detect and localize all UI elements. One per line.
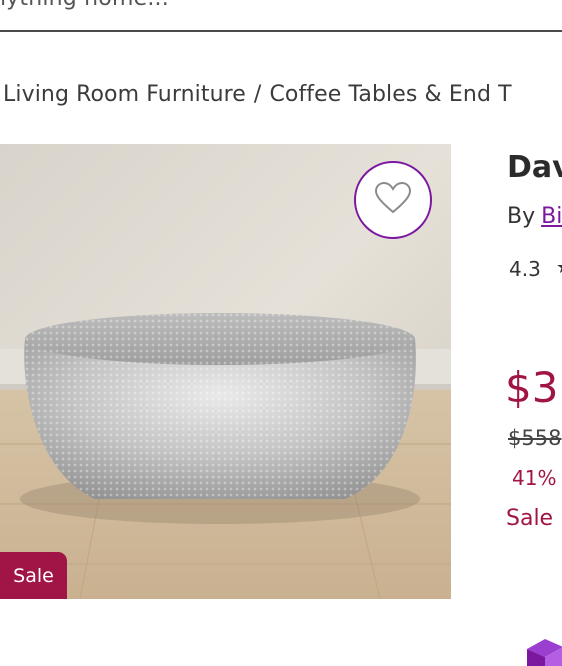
breadcrumb-item-living-room-furniture[interactable]: Living Room Furniture <box>3 82 246 107</box>
star-icon: ★ <box>556 257 562 278</box>
product-page: nything home... Living Room Furniture / Co… <box>0 0 562 666</box>
search-bar[interactable]: nything home... <box>0 0 562 32</box>
product-title: Dav <box>507 150 562 185</box>
sale-label: Sale <box>506 506 554 531</box>
favorite-button[interactable] <box>354 161 432 239</box>
breadcrumb-item-coffee-tables[interactable]: Coffee Tables & End T <box>269 82 511 107</box>
rating-value: 4.3 <box>509 257 541 281</box>
by-label: By <box>507 204 536 229</box>
sale-price: $3 <box>505 363 559 412</box>
brand-line: By Bi <box>507 204 562 229</box>
heart-icon <box>374 181 412 218</box>
discount-percent: 41% <box>512 466 557 490</box>
breadcrumb-separator: / <box>253 82 262 107</box>
promo-icon <box>527 629 562 666</box>
search-placeholder: nything home... <box>0 0 169 11</box>
brand-link[interactable]: Bi <box>541 204 562 229</box>
sale-badge: Sale <box>0 552 67 599</box>
original-price: $558 <box>508 426 562 450</box>
breadcrumb: Living Room Furniture / Coffee Tables & En… <box>3 82 512 107</box>
